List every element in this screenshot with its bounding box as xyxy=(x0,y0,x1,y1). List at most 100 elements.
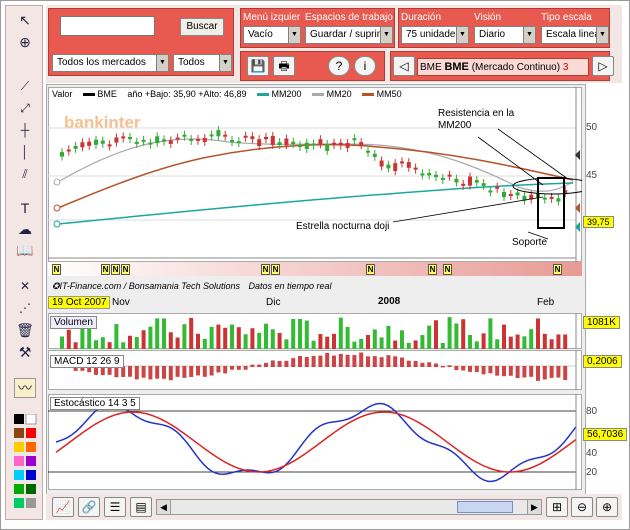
zoom-in-icon[interactable]: ⊕ xyxy=(596,497,618,517)
volume-bar xyxy=(563,334,568,349)
volume-bar xyxy=(175,337,180,349)
scale-select[interactable]: Escala lineal ▼ xyxy=(541,26,609,44)
market-select[interactable]: Todos los mercados ▼ xyxy=(52,54,169,72)
stochastic-value: 56,7036 xyxy=(583,428,628,441)
save-icon[interactable]: 💾 xyxy=(247,56,269,76)
event-marker[interactable]: N xyxy=(52,264,61,275)
candle-body xyxy=(304,142,309,150)
volume-bar xyxy=(345,327,350,349)
event-marker[interactable]: N xyxy=(443,264,452,275)
volume-bar xyxy=(379,337,384,349)
candle-body xyxy=(202,137,207,142)
candle-body xyxy=(332,142,336,146)
ticker-extra: 3 xyxy=(562,62,569,73)
event-marker[interactable]: N xyxy=(271,264,280,275)
search-button[interactable]: Buscar xyxy=(180,18,224,36)
volume-bar xyxy=(311,340,316,349)
scroll-right-icon[interactable]: ▶ xyxy=(527,500,541,514)
candle-body xyxy=(542,197,547,200)
text-icon[interactable]: T xyxy=(14,198,36,218)
macd-bar xyxy=(488,366,493,374)
menu-left-select[interactable]: Vacío ▼ xyxy=(243,26,301,44)
duration-select[interactable]: 75 unidades ▼ xyxy=(401,26,469,44)
event-marker[interactable]: N xyxy=(111,264,120,275)
candle-body xyxy=(400,161,404,164)
candle-body xyxy=(298,145,302,148)
vision-label: Visión xyxy=(474,12,502,23)
info-icon[interactable]: i xyxy=(354,56,376,76)
volume-bar xyxy=(495,339,500,349)
volume-bar xyxy=(502,324,506,349)
help-icon[interactable]: ? xyxy=(328,56,350,76)
volume-bar xyxy=(209,326,214,349)
macd-bar xyxy=(522,366,527,378)
ray-icon[interactable]: ⤢ xyxy=(14,98,36,118)
candle-body xyxy=(359,142,364,146)
horizontal-scrollbar[interactable]: ◀ ▶ xyxy=(156,499,542,515)
candle-body xyxy=(345,143,350,148)
trash-icon[interactable]: 🗑 xyxy=(14,320,36,340)
candle-body xyxy=(80,142,85,148)
chart-type-icon[interactable]: 📈 xyxy=(52,497,74,517)
event-marker[interactable]: N xyxy=(121,264,130,275)
horizontal-line-icon[interactable]: ┼ xyxy=(14,120,36,140)
volume-bar xyxy=(230,324,234,349)
indicator-icon[interactable]: 〰 xyxy=(14,378,36,398)
list-icon[interactable]: ☰ xyxy=(104,497,126,517)
line-icon[interactable]: ⟋ xyxy=(14,76,36,96)
candle-body xyxy=(420,173,425,176)
tools-icon[interactable]: ⚒ xyxy=(14,342,36,362)
macd-bar xyxy=(318,355,323,367)
volume-bar xyxy=(284,339,289,349)
macd-bar xyxy=(366,356,370,367)
zoom-icon[interactable]: ⊕ xyxy=(14,32,36,52)
trend-channel-icon[interactable]: ⫽ xyxy=(14,164,36,184)
candle-body xyxy=(162,139,166,142)
volume-bar xyxy=(202,338,207,349)
select-arrow-icon[interactable]: ↖ xyxy=(14,10,36,30)
scroll-thumb[interactable] xyxy=(457,501,513,513)
x-label-feb: Feb xyxy=(537,297,555,308)
type-select[interactable]: Todos ▼ xyxy=(173,54,232,72)
workspace-select[interactable]: Guardar / suprimir ▼ xyxy=(305,26,393,44)
prev-icon[interactable]: ◁ xyxy=(393,56,415,76)
macd-bar xyxy=(372,356,377,367)
event-marker[interactable]: N xyxy=(366,264,375,275)
fibonacci-icon[interactable]: ⋰ xyxy=(14,298,36,318)
zoom-fit-icon[interactable]: ⊞ xyxy=(546,497,568,517)
last-price-badge: 39,75 xyxy=(583,216,614,228)
macd-bar xyxy=(556,366,561,378)
volume-bar xyxy=(264,323,268,349)
comment-icon[interactable]: ☁ xyxy=(14,219,36,239)
macd-bar xyxy=(216,366,221,373)
candle-body xyxy=(352,138,357,141)
color-palette[interactable] xyxy=(14,413,38,514)
print-icon[interactable]: 🖶 xyxy=(273,56,295,76)
volume-bar xyxy=(434,320,438,349)
event-marker[interactable]: N xyxy=(261,264,270,275)
volume-bar xyxy=(372,329,377,349)
search-input[interactable] xyxy=(60,16,155,36)
volume-value: 1081K xyxy=(583,316,620,329)
event-marker[interactable]: N xyxy=(101,264,110,275)
volume-bar xyxy=(87,328,92,349)
macd-bar xyxy=(413,360,418,367)
candle-body xyxy=(114,137,119,143)
vertical-line-icon[interactable]: │ xyxy=(14,142,36,162)
link-icon[interactable]: 🔗 xyxy=(78,497,100,517)
layout-icon[interactable]: ▤ xyxy=(130,497,152,517)
source-credit: ✪IT-Finance.com / Bonsamania Tech Soluti… xyxy=(52,281,332,291)
scroll-left-icon[interactable]: ◀ xyxy=(157,500,171,514)
macd-bar xyxy=(155,366,160,379)
next-icon[interactable]: ▷ xyxy=(592,56,614,76)
macd-bar xyxy=(542,366,547,380)
candle-body xyxy=(434,174,438,178)
cross-icon[interactable]: ✕ xyxy=(14,276,36,296)
macd-value: 0,2006 xyxy=(583,355,622,368)
book-icon[interactable]: 📖 xyxy=(14,240,36,260)
vision-select[interactable]: Diario ▼ xyxy=(474,26,536,44)
zoom-out-icon[interactable]: ⊖ xyxy=(571,497,593,517)
candle-body xyxy=(236,141,241,144)
event-marker[interactable]: N xyxy=(553,264,562,275)
event-marker[interactable]: N xyxy=(428,264,437,275)
